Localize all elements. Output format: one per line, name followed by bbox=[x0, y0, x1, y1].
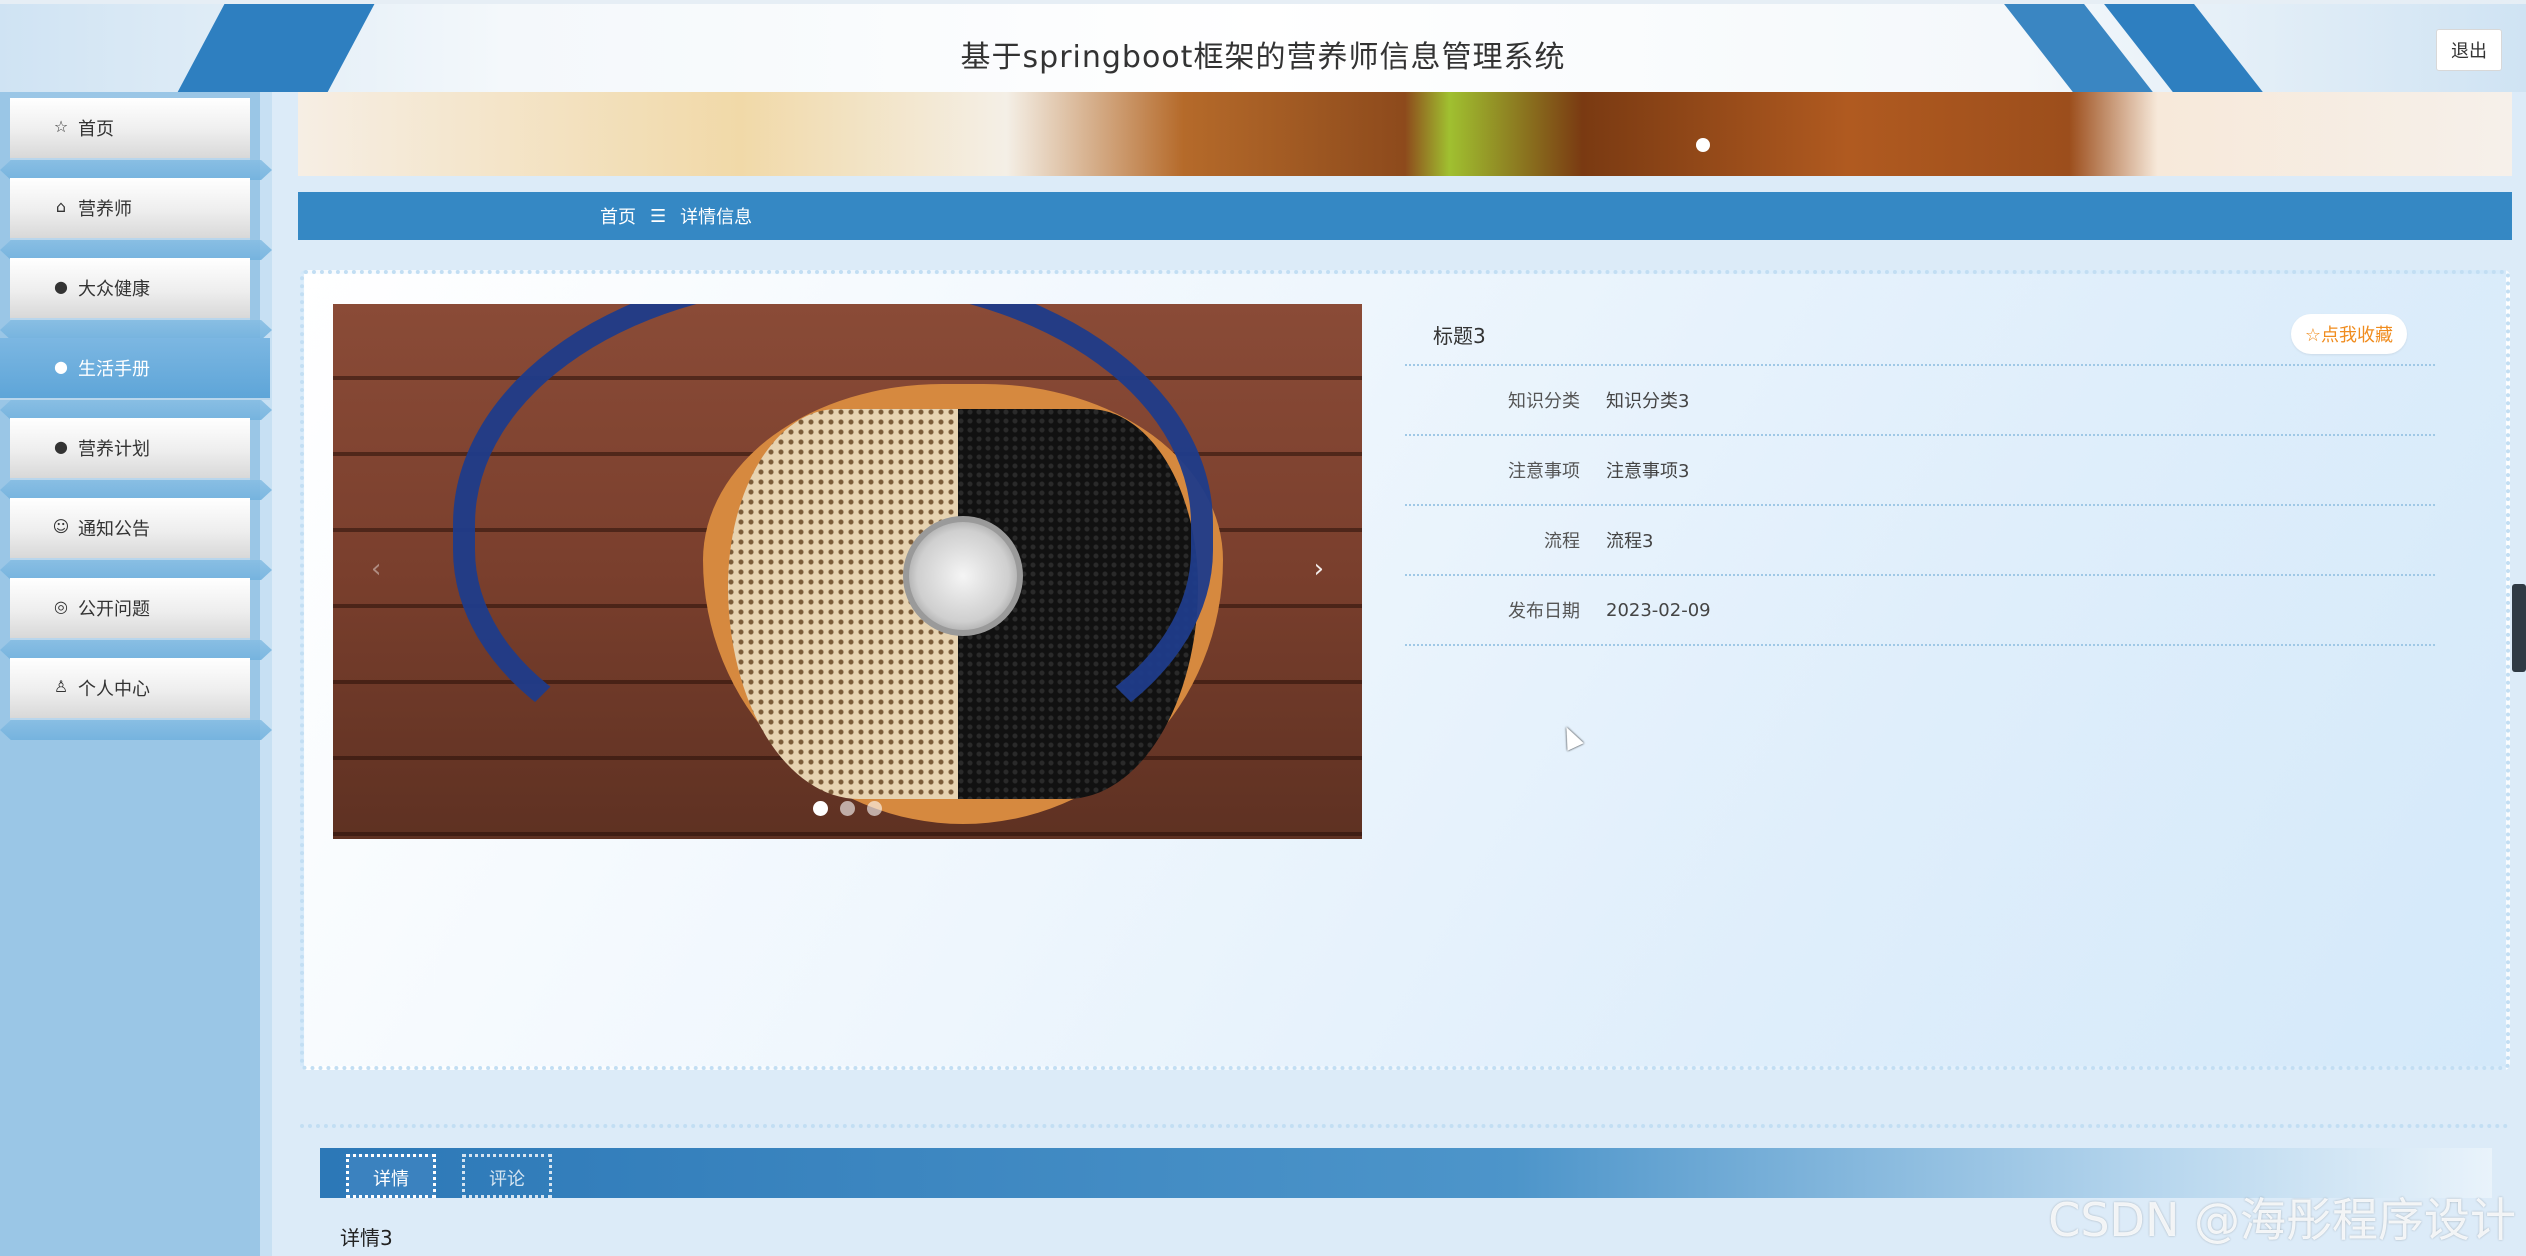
menu-separator bbox=[0, 560, 272, 580]
menu-separator bbox=[0, 240, 272, 260]
carousel-dot[interactable] bbox=[867, 801, 882, 816]
tab-comments[interactable]: 评论 bbox=[462, 1154, 552, 1198]
sidebar-item-life-manual[interactable]: ● 生活手册 bbox=[0, 338, 270, 398]
sidebar-accent bbox=[260, 92, 272, 1256]
breadcrumb-current: 详情信息 bbox=[680, 207, 753, 228]
sidebar-item-public-health[interactable]: ● 大众健康 bbox=[10, 258, 250, 318]
user-icon: ♙ bbox=[53, 677, 69, 696]
sidebar: ☆ 首页 ⌂ 营养师 ● 大众健康 ● 生活手册 ● 营养计划 ☺ 通知公告 ◎… bbox=[0, 92, 272, 1256]
sidebar-item-label: 营养计划 bbox=[78, 439, 150, 460]
sidebar-item-home[interactable]: ☆ 首页 bbox=[10, 98, 250, 158]
circle-icon: ● bbox=[54, 357, 68, 376]
smile-icon: ☺ bbox=[52, 517, 70, 536]
menu-separator bbox=[0, 640, 272, 660]
info-circle-icon: ● bbox=[54, 277, 68, 296]
menu-separator bbox=[0, 720, 272, 740]
sidebar-item-label: 营养师 bbox=[78, 199, 132, 220]
top-header: 基于springboot框架的营养师信息管理系统 退出 bbox=[0, 0, 2526, 92]
page-scrollbar[interactable] bbox=[2512, 584, 2526, 672]
sidebar-item-label: 个人中心 bbox=[78, 679, 150, 700]
detail-title-row: 标题3 ☆点我收藏 bbox=[1405, 304, 2435, 366]
menu-separator bbox=[0, 480, 272, 500]
carousel-prev-arrow-icon[interactable]: ‹ bbox=[371, 554, 381, 584]
check-circle-icon: ◎ bbox=[54, 597, 68, 616]
banner-indicator-dot[interactable] bbox=[1696, 138, 1710, 152]
field-value: 2023-02-09 bbox=[1606, 599, 1711, 621]
watermark: CSDN @海彤程序设计 bbox=[2048, 1193, 2516, 1247]
sidebar-item-label: 生活手册 bbox=[78, 359, 150, 380]
detail-field-row: 流程 流程3 bbox=[1405, 506, 2435, 576]
info-circle-icon: ● bbox=[54, 437, 68, 456]
detail-field-row: 知识分类 知识分类3 bbox=[1405, 366, 2435, 436]
carousel-photo-stethoscope-head bbox=[903, 516, 1023, 636]
sidebar-item-label: 公开问题 bbox=[78, 599, 150, 620]
menu-separator bbox=[0, 320, 272, 340]
sidebar-item-notice[interactable]: ☺ 通知公告 bbox=[10, 498, 250, 558]
field-label: 注意事项 bbox=[1508, 461, 1580, 482]
detail-field-row: 注意事项 注意事项3 bbox=[1405, 436, 2435, 506]
breadcrumb-home[interactable]: 首页 bbox=[600, 203, 636, 229]
bag-icon: ⌂ bbox=[55, 197, 67, 216]
sidebar-item-nutrition-plan[interactable]: ● 营养计划 bbox=[10, 418, 250, 478]
carousel-indicators bbox=[813, 801, 882, 816]
image-carousel[interactable]: ‹ › bbox=[333, 304, 1362, 839]
field-label: 知识分类 bbox=[1508, 391, 1580, 412]
carousel-next-arrow-icon[interactable]: › bbox=[1314, 554, 1324, 584]
tab-details[interactable]: 详情 bbox=[346, 1154, 436, 1198]
field-label: 发布日期 bbox=[1508, 601, 1580, 622]
menu-separator bbox=[0, 400, 272, 420]
field-label: 流程 bbox=[1544, 531, 1580, 552]
sidebar-item-label: 通知公告 bbox=[78, 519, 150, 540]
sidebar-item-public-questions[interactable]: ◎ 公开问题 bbox=[10, 578, 250, 638]
field-value: 注意事项3 bbox=[1606, 461, 1690, 482]
field-value: 知识分类3 bbox=[1606, 391, 1690, 412]
carousel-dot[interactable] bbox=[813, 801, 828, 816]
banner-image bbox=[298, 92, 2512, 176]
sidebar-item-label: 大众健康 bbox=[78, 279, 150, 300]
logout-button[interactable]: 退出 bbox=[2436, 29, 2502, 71]
detail-field-row: 发布日期 2023-02-09 bbox=[1405, 576, 2435, 646]
carousel-dot[interactable] bbox=[840, 801, 855, 816]
favorite-button[interactable]: ☆点我收藏 bbox=[2290, 314, 2407, 354]
detail-info: 标题3 ☆点我收藏 知识分类 知识分类3 注意事项 注意事项3 流程 流程3 发… bbox=[1405, 304, 2435, 646]
breadcrumb-separator-icon: ☰ bbox=[650, 205, 667, 227]
sidebar-item-nutritionist[interactable]: ⌂ 营养师 bbox=[10, 178, 250, 238]
star-icon: ☆ bbox=[53, 117, 69, 136]
app-title: 基于springboot框架的营养师信息管理系统 bbox=[960, 40, 1566, 75]
sidebar-item-personal-center[interactable]: ♙ 个人中心 bbox=[10, 658, 250, 718]
sidebar-item-label: 首页 bbox=[78, 119, 114, 140]
field-value: 流程3 bbox=[1606, 531, 1654, 552]
detail-body-text: 详情3 bbox=[340, 1226, 393, 1250]
menu-separator bbox=[0, 160, 272, 180]
breadcrumb: 首页 ☰ 详情信息 bbox=[298, 192, 2512, 240]
detail-title: 标题3 bbox=[1433, 323, 1486, 348]
carousel-photo-stethoscope bbox=[453, 304, 1213, 784]
